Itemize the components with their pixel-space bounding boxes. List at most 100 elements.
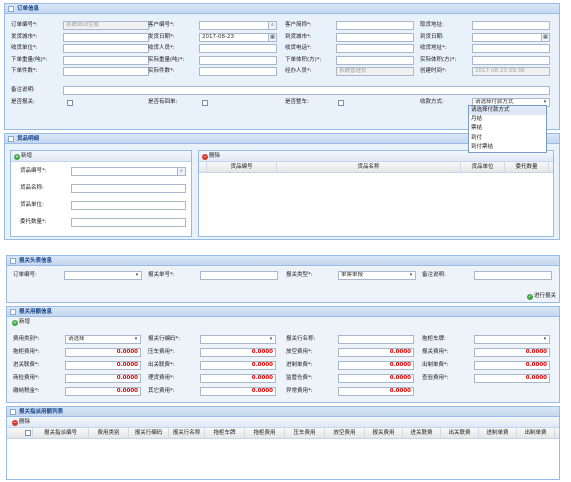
order-field-3-1[interactable] (199, 55, 277, 65)
goods-add-button[interactable]: + 新增 (14, 152, 32, 161)
customs-head-field-3[interactable] (474, 271, 552, 280)
order-field-3-3[interactable] (472, 55, 550, 65)
process-customs-button[interactable]: ✓ 进行报关 (527, 292, 556, 301)
goods-field-1[interactable] (71, 184, 186, 193)
column-header[interactable]: 放空费用 (325, 428, 365, 438)
search-icon[interactable]: ⌕ (268, 22, 276, 29)
customs-detail-field-1-3[interactable]: 0.0000 (474, 348, 550, 357)
search-icon[interactable]: ⌕ (177, 168, 185, 175)
customs-detail-field-0-1[interactable]: ▾ (200, 335, 276, 344)
customs-detail-field-2-0[interactable]: 0.0000 (65, 361, 141, 370)
customs-detail-field-4-1[interactable]: 0.0000 (200, 387, 276, 396)
customs-head-header[interactable]: 报关头表信息 (7, 256, 559, 266)
chevron-down-icon[interactable]: ▾ (541, 336, 549, 343)
column-header[interactable]: 进关联费 (403, 428, 441, 438)
customs-delete-button[interactable]: − 删除 (12, 418, 30, 427)
customs-detail-field-4-2[interactable]: 0.0000 (338, 387, 414, 396)
order-field-2-2[interactable] (336, 44, 414, 53)
goods-field-3[interactable] (71, 218, 186, 227)
payment-dropdown-list[interactable]: 请选择付款方式 月结 票结 到付 到付票结 (468, 105, 547, 153)
customs-detail-field-2-1[interactable]: 0.0000 (200, 361, 276, 370)
column-header[interactable]: 委托数量 (505, 162, 549, 173)
column-header[interactable]: 货品编号 (207, 162, 277, 173)
chevron-down-icon[interactable]: ▾ (407, 272, 415, 279)
customs-detail-field-3-0[interactable]: 0.0000 (65, 374, 141, 383)
column-header[interactable]: 报关指派编号 (33, 428, 89, 438)
customs-detail-field-3-2[interactable]: 0.0000 (338, 374, 414, 383)
chevron-down-icon[interactable]: ▾ (132, 336, 140, 343)
dropdown-option[interactable]: 月结 (469, 115, 546, 124)
column-header[interactable]: 报关行编码 (129, 428, 169, 438)
column-header[interactable]: 报关行名称 (169, 428, 205, 438)
order-field-0-2[interactable] (336, 21, 414, 30)
order-field-1-3[interactable]: ▦ (472, 32, 550, 42)
customs-detail-field-0-2[interactable] (338, 335, 414, 344)
customs-add-button[interactable]: + 新增 (12, 318, 30, 327)
column-header[interactable]: 进制单费 (479, 428, 517, 438)
customs-head-field-2[interactable]: 单票单报 ▾ (338, 271, 416, 280)
goods-field-2[interactable] (71, 201, 186, 210)
customs-detail-field-3-3[interactable]: 0.0000 (474, 374, 550, 383)
column-header[interactable]: 出制单费 (517, 428, 555, 438)
calendar-icon[interactable]: ▦ (268, 33, 276, 41)
goods-field-0[interactable]: ⌕ (71, 167, 186, 176)
customs-detail-field-1-1[interactable]: 0.0000 (200, 348, 276, 357)
checkbox[interactable] (202, 100, 208, 106)
order-field-3-0[interactable] (63, 55, 149, 65)
collapse-toggle-icon[interactable] (10, 309, 16, 315)
order-field-4-1[interactable] (199, 67, 277, 76)
order-field-1-0[interactable] (63, 32, 149, 42)
customs-detail-field-2-3[interactable]: 0.0000 (474, 361, 550, 370)
customs-detail-field-2-2[interactable]: 0.0000 (338, 361, 414, 370)
order-field-1-2[interactable] (336, 32, 414, 42)
customs-detail-field-1-0[interactable]: 0.0000 (65, 348, 141, 357)
order-field-3-2[interactable] (336, 55, 414, 65)
dropdown-option[interactable]: 票结 (469, 124, 546, 133)
goods-delete-button[interactable]: − 删除 (202, 152, 220, 161)
customs-detail-field-0-3[interactable]: ▾ (474, 335, 550, 344)
order-field-1-1[interactable]: 2017-08-23 ▦ (199, 32, 277, 42)
column-header[interactable]: 费用类别 (89, 428, 129, 438)
customs-list-title: 报关指派用额列表 (19, 409, 64, 415)
select-all-checkbox[interactable] (7, 428, 33, 438)
column-header[interactable]: 报关费用 (365, 428, 403, 438)
column-header[interactable]: 拖柜车牌 (205, 428, 245, 438)
remark-field[interactable] (63, 86, 550, 95)
customs-detail-field-4-0[interactable]: 0.0000 (65, 387, 141, 396)
order-field-2-0[interactable] (63, 44, 149, 53)
dropdown-option[interactable]: 到付 (469, 134, 546, 143)
column-header[interactable]: 货品名称 (277, 162, 461, 173)
chevron-down-icon[interactable]: ▾ (133, 272, 141, 279)
order-field-2-3[interactable] (472, 44, 550, 53)
customs-head-field-1[interactable] (200, 271, 278, 280)
customs-head-field-0[interactable]: ▾ (64, 271, 142, 280)
column-header[interactable]: 拖柜费用 (245, 428, 285, 438)
collapse-toggle-icon[interactable] (8, 136, 14, 142)
collapse-toggle-icon[interactable] (8, 6, 14, 12)
column-header[interactable]: 货品单位 (461, 162, 505, 173)
collapse-toggle-icon[interactable] (10, 409, 16, 415)
column-header[interactable]: 压车费用 (285, 428, 325, 438)
customs-list-grid-header: 报关指派编号 费用类别 报关行编码 报关行名称 拖柜车牌 拖柜费用 压车费用 放空费用 报关费用… (7, 428, 559, 439)
column-header[interactable]: 出关联费 (441, 428, 479, 438)
customs-detail-field-3-1[interactable]: 0.0000 (200, 374, 276, 383)
chevron-down-icon[interactable]: ▾ (267, 336, 275, 343)
customs-list-header[interactable]: 报关指派用额列表 (7, 407, 559, 417)
checkbox[interactable] (338, 100, 344, 106)
customs-detail-field-0-0[interactable]: 请选择 ▾ (65, 335, 141, 344)
dropdown-option[interactable]: 到付票结 (469, 143, 546, 152)
checkbox[interactable] (25, 430, 31, 436)
calendar-icon[interactable]: ▦ (541, 33, 549, 41)
customs-detail-label: 拖柜费用*: (13, 349, 40, 355)
order-field-2-1[interactable] (199, 44, 277, 53)
customs-detail-header[interactable]: 报关用额信息 (7, 307, 559, 317)
delete-icon: − (12, 420, 18, 426)
order-field-0-1[interactable]: ⌕ (199, 21, 277, 30)
customs-detail-field-1-2[interactable]: 0.0000 (338, 348, 414, 357)
checkbox[interactable] (67, 100, 73, 106)
order-info-header[interactable]: 订单信息 (5, 4, 559, 14)
order-field-4-0[interactable] (63, 67, 149, 76)
collapse-toggle-icon[interactable] (10, 258, 16, 264)
dropdown-option[interactable]: 请选择付款方式 (469, 106, 546, 116)
order-field-0-3[interactable] (472, 21, 550, 30)
